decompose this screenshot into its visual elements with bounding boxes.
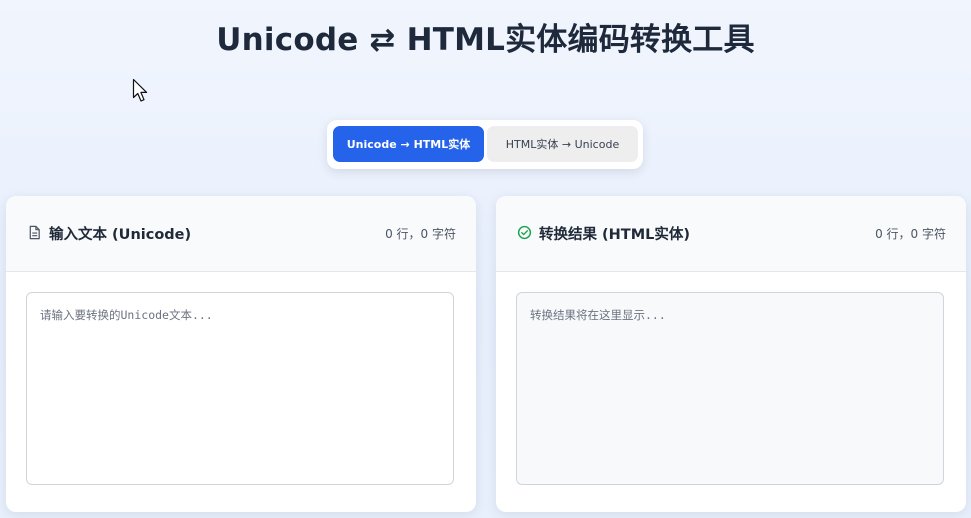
input-panel-title: 输入文本 (Unicode) (49, 227, 192, 243)
input-panel: 输入文本 (Unicode) 0 行，0 字符 (6, 196, 476, 512)
output-textarea[interactable] (516, 292, 944, 485)
input-textarea[interactable] (26, 292, 454, 485)
check-circle-icon (517, 225, 532, 240)
input-line-char-count: 0 行，0 字符 (385, 227, 456, 241)
input-panel-header: 输入文本 (Unicode) 0 行，0 字符 (6, 196, 476, 272)
tab-html-to-unicode[interactable]: HTML实体 → Unicode (487, 126, 638, 162)
page-title: Unicode ⇄ HTML实体编码转换工具 (216, 22, 755, 58)
mode-tabs: Unicode → HTML实体 HTML实体 → Unicode (327, 120, 643, 169)
output-line-char-count: 0 行，0 字符 (875, 227, 946, 241)
document-icon (29, 225, 40, 240)
tab-unicode-to-html[interactable]: Unicode → HTML实体 (333, 126, 484, 162)
output-panel-header: 转换结果 (HTML实体) 0 行，0 字符 (496, 196, 966, 272)
output-panel-title: 转换结果 (HTML实体) (539, 227, 690, 243)
mouse-cursor-icon (132, 78, 148, 102)
output-panel: 转换结果 (HTML实体) 0 行，0 字符 (496, 196, 966, 512)
